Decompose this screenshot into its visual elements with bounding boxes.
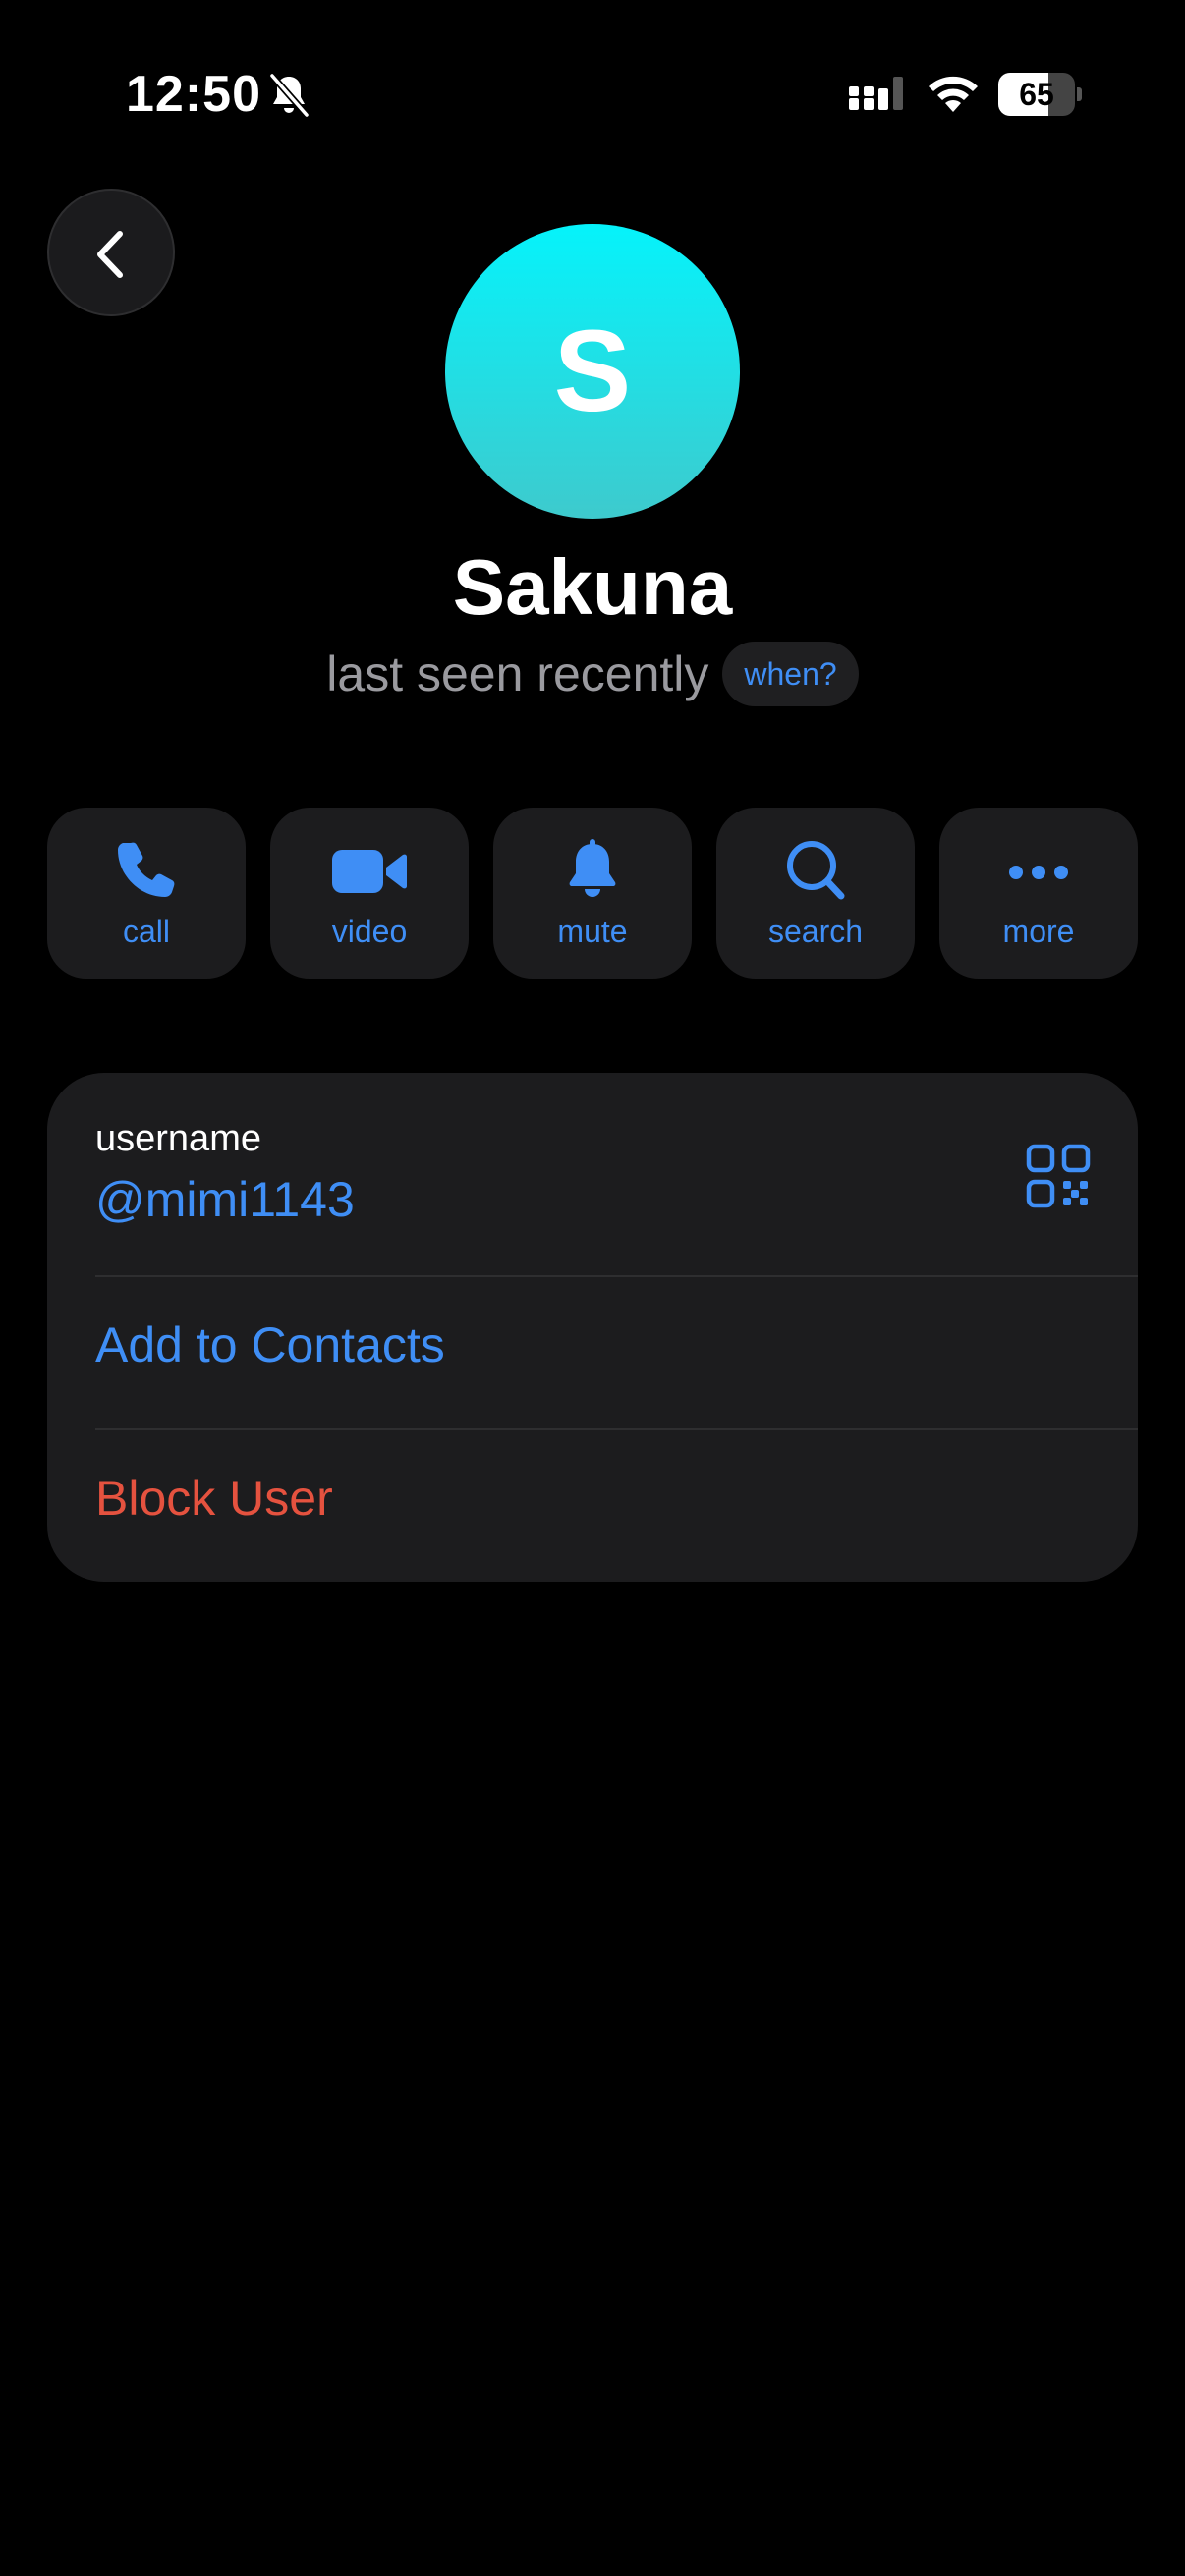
chevron-left-icon [97,231,123,278]
video-camera-icon [332,850,407,893]
video-button[interactable]: video [270,808,469,979]
block-user-button[interactable]: Block User [95,1470,333,1527]
bell-icon [569,839,616,897]
divider [95,1275,1138,1277]
avatar-initial: S [553,307,632,436]
phone-icon [118,842,175,897]
call-label: call [122,914,170,949]
search-label: search [767,914,864,949]
info-card: username @mimi1143 Add to Contacts Block… [47,1073,1138,1582]
avatar[interactable]: S [445,224,740,519]
wifi-icon [929,76,978,112]
call-button[interactable]: call [47,808,246,979]
mute-label: mute [557,914,628,949]
bell-slash-icon [269,73,310,118]
battery-icon: 65 [998,73,1082,116]
username-label: username [95,1118,261,1159]
status-time: 12:50 [126,66,261,123]
profile-name: Sakuna [452,543,733,631]
back-button[interactable] [47,189,175,316]
more-label: more [1002,914,1075,949]
status-bar: 12:50 65 [0,0,1185,187]
mute-button[interactable]: mute [493,808,692,979]
more-button[interactable]: more [939,808,1138,979]
battery-body: 65 [998,73,1075,116]
search-button[interactable]: search [716,808,915,979]
last-seen-status: last seen recently [326,646,709,701]
video-label: video [331,914,408,949]
more-dots-icon [1009,866,1068,879]
when-button[interactable]: when? [722,642,859,706]
username-value[interactable]: @mimi1143 [95,1171,355,1228]
cellular-signal-icon [849,77,903,110]
last-seen-row: last seen recently when? [0,641,1185,707]
divider [95,1428,1138,1430]
battery-cap [1077,87,1082,101]
qr-code-icon[interactable] [1026,1144,1091,1208]
action-buttons: call video mute search more [47,808,1138,979]
add-to-contacts-button[interactable]: Add to Contacts [95,1316,445,1373]
battery-percent: 65 [1019,77,1054,112]
search-icon [787,841,845,900]
